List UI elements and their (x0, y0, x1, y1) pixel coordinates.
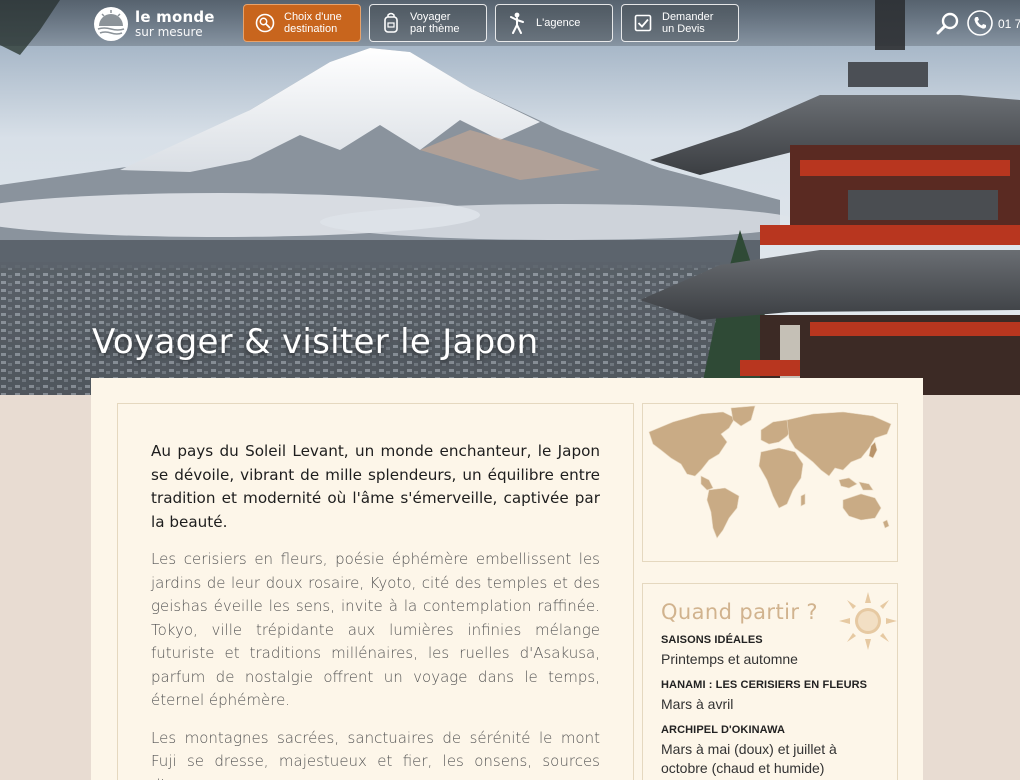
backpack-icon (380, 12, 402, 34)
brand-logo[interactable]: le monde sur mesure (93, 6, 215, 42)
article-paragraph: Les montagnes sacrées, sanctuaires de sé… (151, 728, 600, 780)
sunrise-logo-icon (94, 7, 128, 41)
season-value: Mars à mai (doux) et juillet à octobre (… (661, 741, 837, 776)
checkbox-icon (632, 12, 654, 34)
search-icon[interactable] (936, 11, 960, 35)
page-title: Voyager & visiter le Japon (92, 322, 539, 362)
nav-quote-button[interactable]: Demander un Devis (621, 4, 739, 42)
season-label: HANAMI : LES CERISIERS EN FLEURS (661, 679, 868, 691)
hero-banner: Voyager & visiter le Japon (0, 0, 1020, 395)
brand-tagline: sur mesure (135, 25, 203, 39)
season-value: Printemps et automne (661, 651, 798, 667)
sun-icon (839, 592, 897, 650)
top-navigation: le monde sur mesure Choix d'une destinat… (0, 0, 1020, 46)
nav-theme-button[interactable]: Voyager par thème (369, 4, 487, 42)
phone-number[interactable]: 01 7 (998, 17, 1020, 31)
nav-destination-button[interactable]: Choix d'une destination (243, 4, 361, 42)
article-paragraph: Au pays du Soleil Levant, un monde encha… (151, 442, 600, 531)
world-map[interactable] (642, 403, 898, 562)
season-item: ARCHIPEL D'OKINAWA Mars à mai (doux) et … (661, 724, 879, 778)
article-intro: Au pays du Soleil Levant, un monde encha… (117, 403, 634, 780)
when-to-go-panel: Quand partir ? SAISONS IDÉALES Printemps… (642, 583, 898, 780)
person-icon (506, 12, 528, 34)
brand-name: le monde (135, 8, 215, 26)
world-map-image (648, 405, 892, 539)
season-value: Mars à avril (661, 696, 734, 712)
nav-destination-label: Choix d'une destination (284, 11, 342, 35)
nav-agency-label: L'agence (536, 17, 581, 29)
map-search-icon (254, 12, 276, 34)
season-label: ARCHIPEL D'OKINAWA (661, 724, 785, 736)
article-paragraph: Les cerisiers en fleurs, poésie éphémère… (151, 550, 600, 709)
nav-theme-label: Voyager par thème (410, 11, 460, 35)
season-item: HANAMI : LES CERISIERS EN FLEURS Mars à … (661, 679, 879, 714)
phone-icon[interactable] (967, 10, 993, 36)
nav-agency-button[interactable]: L'agence (495, 4, 613, 42)
nav-quote-label: Demander un Devis (662, 11, 714, 35)
